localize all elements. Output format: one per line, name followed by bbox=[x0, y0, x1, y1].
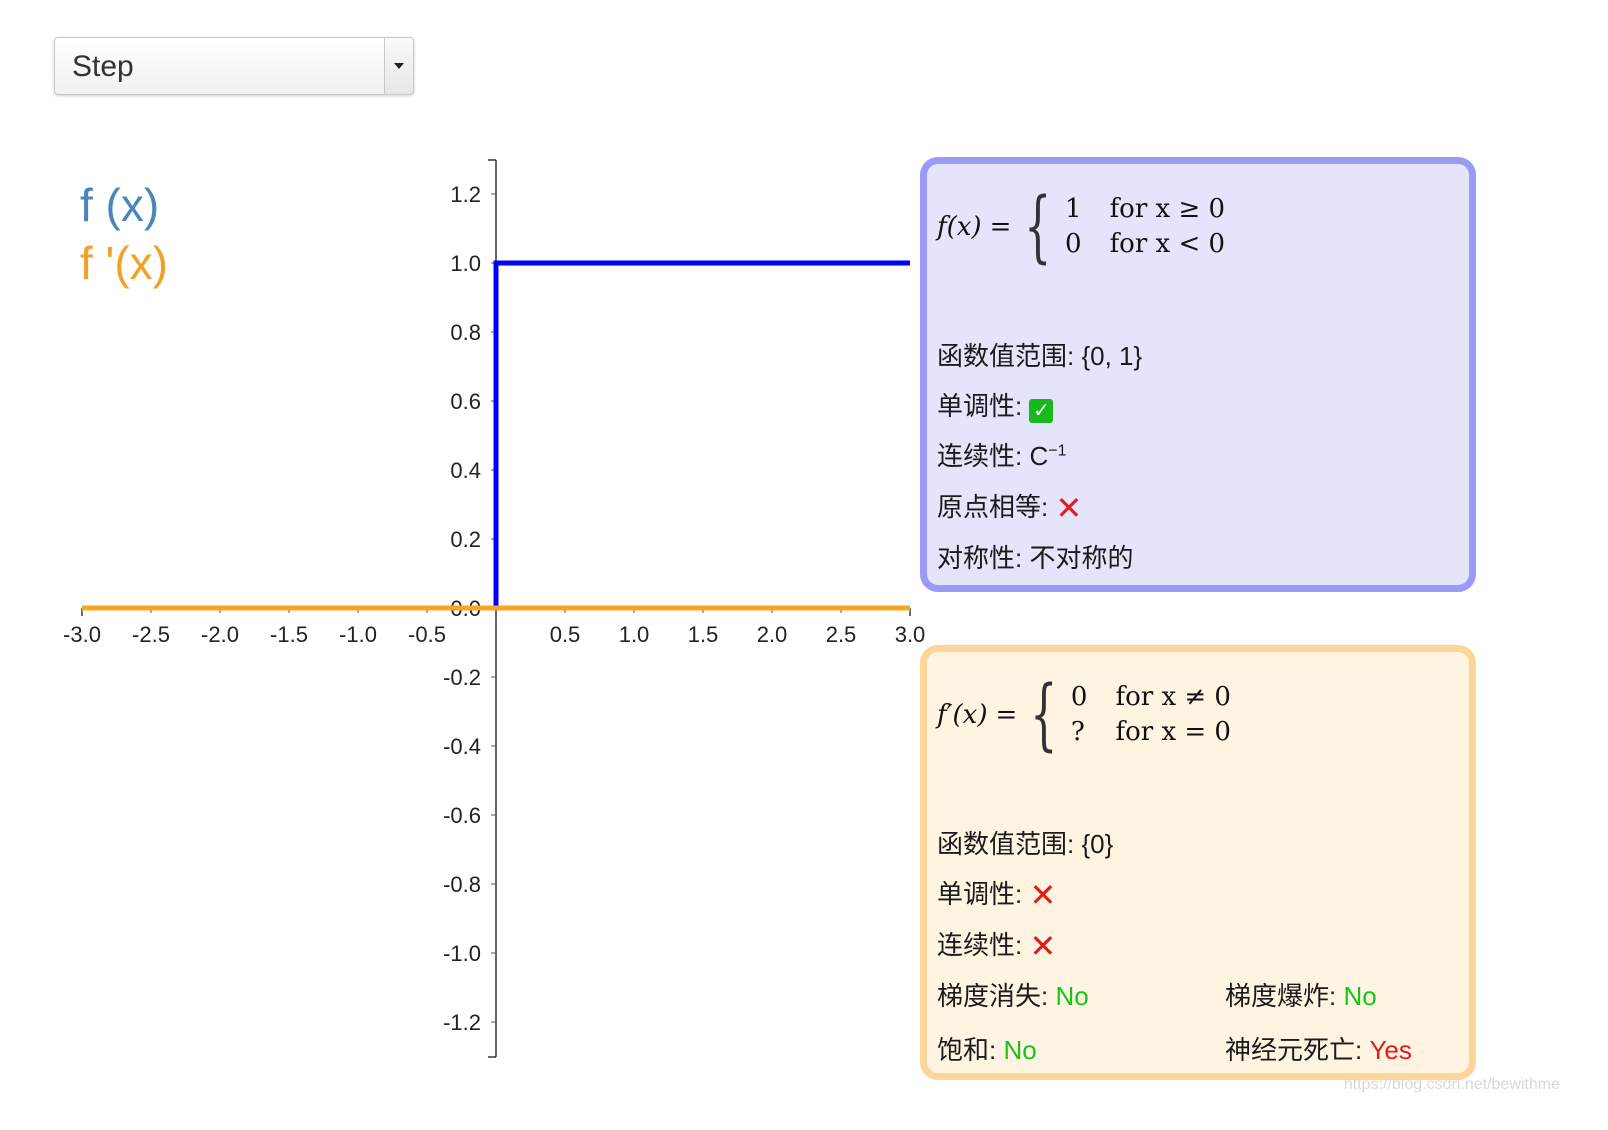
function-formula: f(x) = { 1 for x ≥ 0 0 for x < 0 bbox=[937, 188, 1225, 266]
case-condition: for x ≥ 0 bbox=[1109, 194, 1226, 224]
symmetry-label: 对称性: bbox=[937, 543, 1023, 573]
y-tick-label: 1.0 bbox=[450, 251, 481, 276]
dead-neuron-label: 神经元死亡: bbox=[1225, 1035, 1363, 1065]
exploding-label: 梯度爆炸: bbox=[1225, 981, 1337, 1011]
continuity-row: 连续性: ✕ bbox=[937, 925, 1056, 965]
continuity-superscript: −1 bbox=[1048, 442, 1067, 460]
x-tick-label: 0.5 bbox=[550, 622, 581, 647]
x-tick-label: 2.5 bbox=[826, 622, 857, 647]
continuity-row: 连续性: C−1 bbox=[937, 436, 1067, 473]
watermark: https://blog.csdn.net/bewithme bbox=[1343, 1076, 1560, 1093]
y-tick-label: -1.2 bbox=[443, 1010, 481, 1035]
case-value: 1 bbox=[1065, 194, 1082, 224]
dead-neuron-value: Yes bbox=[1369, 1035, 1412, 1065]
y-tick-label: 0.6 bbox=[450, 389, 481, 414]
formula-equals: = bbox=[989, 212, 1012, 242]
cross-icon: ✕ bbox=[1029, 877, 1057, 913]
y-tick-label: 1.2 bbox=[450, 182, 481, 207]
y-tick-label: -0.6 bbox=[443, 803, 481, 828]
range-label: 函数值范围: bbox=[937, 341, 1075, 371]
x-tick-label: -2.5 bbox=[132, 622, 170, 647]
x-tick-label: 2.0 bbox=[757, 622, 788, 647]
formula-brace: { bbox=[1024, 182, 1052, 272]
x-tick-label: 1.0 bbox=[619, 622, 650, 647]
vanishing-label: 梯度消失: bbox=[937, 981, 1049, 1011]
range-row: 函数值范围: {0} bbox=[937, 824, 1113, 861]
y-tick-label: 0.2 bbox=[450, 527, 481, 552]
y-tick-label: 0.4 bbox=[450, 458, 481, 483]
formula-cases: 1 for x ≥ 0 0 for x < 0 bbox=[1065, 193, 1225, 261]
formula-equals: = bbox=[995, 700, 1018, 730]
series-line-fx bbox=[82, 260, 910, 611]
monotonic-row: 单调性: ✓ bbox=[937, 386, 1054, 423]
saturation-row: 饱和: No bbox=[937, 1030, 1037, 1067]
range-label: 函数值范围: bbox=[937, 829, 1075, 859]
y-tick-label: -0.8 bbox=[443, 872, 481, 897]
x-tick-label: -3.0 bbox=[63, 622, 101, 647]
vanishing-row: 梯度消失: No bbox=[937, 976, 1089, 1013]
x-tick-label: -2.0 bbox=[201, 622, 239, 647]
symmetry-row: 对称性: 不对称的 bbox=[937, 538, 1133, 575]
derivative-info-box: f′(x) = { 0 for x ≠ 0 ? for x = 0 函数值范围:… bbox=[920, 645, 1476, 1080]
x-tick-label: -0.5 bbox=[408, 622, 446, 647]
vanishing-value: No bbox=[1055, 981, 1089, 1011]
case-value: 0 bbox=[1065, 229, 1082, 259]
y-tick-label: -0.2 bbox=[443, 665, 481, 690]
formula-cases: 0 for x ≠ 0 ? for x = 0 bbox=[1071, 681, 1231, 749]
cross-icon: ✕ bbox=[1029, 928, 1057, 964]
range-value: {0} bbox=[1081, 829, 1114, 859]
exploding-row: 梯度爆炸: No bbox=[1225, 976, 1377, 1013]
cross-icon: ✕ bbox=[1055, 490, 1083, 526]
x-tick-label: -1.5 bbox=[270, 622, 308, 647]
y-tick-label: -1.0 bbox=[443, 941, 481, 966]
saturation-value: No bbox=[1003, 1035, 1037, 1065]
origin-label: 原点相等: bbox=[937, 492, 1049, 522]
exploding-value: No bbox=[1343, 981, 1377, 1011]
case-condition: for x = 0 bbox=[1115, 717, 1231, 747]
monotonic-label: 单调性: bbox=[937, 879, 1023, 909]
case-condition: for x < 0 bbox=[1109, 229, 1226, 259]
x-tick-label: 1.5 bbox=[688, 622, 719, 647]
range-value: {0, 1} bbox=[1081, 341, 1143, 371]
symmetry-value: 不对称的 bbox=[1029, 543, 1134, 573]
y-tick-label: -0.4 bbox=[443, 734, 481, 759]
function-info-box: f(x) = { 1 for x ≥ 0 0 for x < 0 函数值范围: … bbox=[920, 157, 1476, 592]
continuity-label: 连续性: bbox=[937, 930, 1023, 960]
check-icon: ✓ bbox=[1029, 399, 1054, 423]
monotonic-row: 单调性: ✕ bbox=[937, 874, 1056, 914]
saturation-label: 饱和: bbox=[937, 1035, 997, 1065]
dead-neuron-row: 神经元死亡: Yes bbox=[1225, 1030, 1412, 1067]
range-row: 函数值范围: {0, 1} bbox=[937, 336, 1142, 373]
case-condition: for x ≠ 0 bbox=[1115, 682, 1231, 712]
derivative-formula: f′(x) = { 0 for x ≠ 0 ? for x = 0 bbox=[937, 676, 1231, 754]
x-tick-label: -1.0 bbox=[339, 622, 377, 647]
origin-row: 原点相等: ✕ bbox=[937, 487, 1082, 527]
formula-lhs: f′(x) bbox=[937, 700, 988, 730]
formula-brace: { bbox=[1030, 670, 1058, 760]
case-value: ? bbox=[1070, 717, 1085, 747]
formula-lhs: f(x) bbox=[937, 212, 982, 242]
continuity-value: C bbox=[1029, 441, 1049, 471]
x-tick-label: 3.0 bbox=[895, 622, 926, 647]
y-tick-label: 0.8 bbox=[450, 320, 481, 345]
continuity-label: 连续性: bbox=[937, 441, 1023, 471]
case-value: 0 bbox=[1070, 682, 1088, 712]
monotonic-label: 单调性: bbox=[937, 391, 1023, 421]
